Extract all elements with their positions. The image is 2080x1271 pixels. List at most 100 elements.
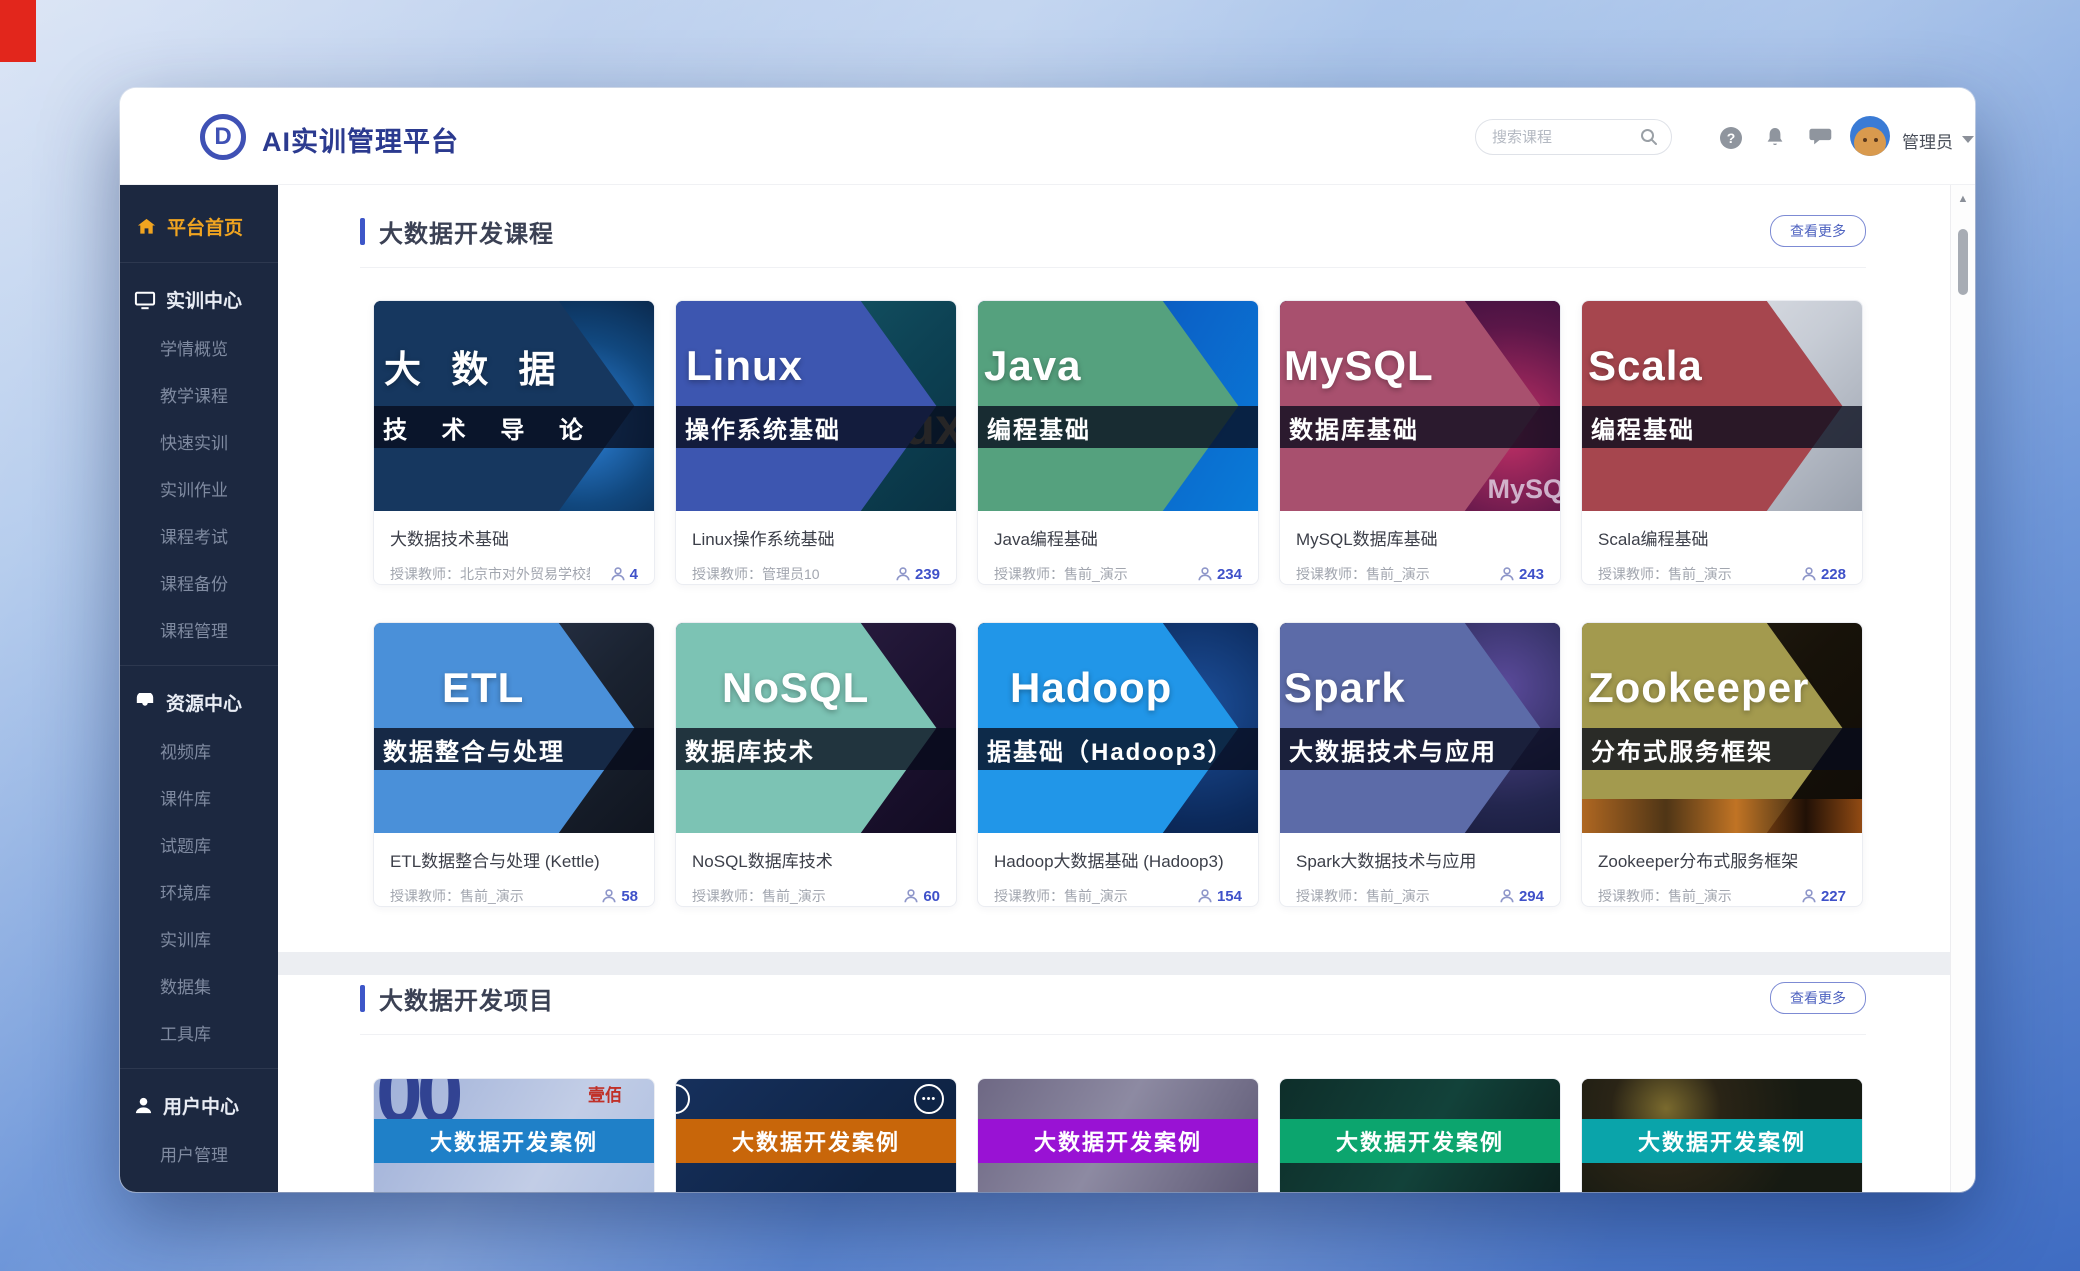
sidebar-subitem[interactable]: 课程备份 [120,559,278,606]
student-count: 228 [1801,566,1846,583]
sidebar-subitem[interactable]: 学情概览 [120,324,278,371]
course-caption: Linux操作系统基础 授课教师：管理员10 239 [676,511,956,584]
svg-text:?: ? [1727,130,1736,146]
student-count-number: 294 [1519,888,1544,905]
course-card[interactable]: Linux Linux 操作系统基础 Linux操作系统基础 授课教师：管理员1… [675,300,957,585]
course-teacher: 授课教师：售前_演示 [994,886,1128,906]
project-more-button[interactable]: 查看更多 [1770,982,1866,1014]
student-count-number: 228 [1821,566,1846,583]
cover-subtitle-band: 编程基础 [1582,406,1862,448]
sidebar-divider [120,665,278,666]
person-icon [1499,888,1515,904]
cover-subtitle-band: 编程基础 [978,406,1258,448]
search-icon[interactable] [1639,127,1659,147]
divider [360,1034,1866,1035]
cover-big-title: MySQL [1284,345,1434,387]
monitor-icon [134,290,156,310]
course-teacher: 授课教师：售前_演示 [692,886,826,906]
cover-subtitle: 编程基础 [987,410,1091,445]
student-count-number: 60 [923,888,940,905]
sidebar-group-2[interactable]: 用户中心 [120,1081,278,1130]
bell-icon[interactable] [1762,125,1788,151]
cover-big-title: NoSQL [722,667,869,709]
project-card[interactable]: 大数据开发案例 [1279,1078,1561,1192]
cover-subtitle: 数据库技术 [685,732,815,767]
sidebar-subitem[interactable]: 课件库 [120,774,278,821]
course-cover-image: MySQ MySQL 数据库基础 [1280,301,1560,511]
scrollbar[interactable]: ▲ [1950,185,1975,1192]
sidebar-subitem[interactable]: 用户管理 [120,1130,278,1177]
project-card[interactable]: 大数据开发案例 [1581,1078,1863,1192]
student-count: 243 [1499,566,1544,583]
course-grid: 大 数 据 技 术 导 论 大数据技术基础 授课教师：北京市对外贸易学校教...… [373,300,1863,907]
student-count: 58 [601,888,638,905]
sidebar-group-label: 用户中心 [163,1092,239,1119]
project-banner-label: 大数据开发案例 [732,1125,900,1157]
course-card[interactable]: Zookeeper 分布式服务框架 Zookeeper分布式服务框架 授课教师：… [1581,622,1863,907]
sidebar-group-0[interactable]: 实训中心 [120,275,278,324]
sidebar-subitem[interactable]: 实训作业 [120,465,278,512]
student-count-number: 239 [915,566,940,583]
course-card[interactable]: Hadoop 据基础（Hadoop3） Hadoop大数据基础 (Hadoop3… [977,622,1259,907]
search-box[interactable] [1475,119,1672,155]
sidebar-subitem[interactable]: 课程考试 [120,512,278,559]
course-card[interactable]: 大 数 据 技 术 导 论 大数据技术基础 授课教师：北京市对外贸易学校教...… [373,300,655,585]
scrollbar-up-icon[interactable]: ▲ [1951,193,1975,205]
message-icon[interactable] [1808,125,1834,151]
sidebar-subitem[interactable]: 课程管理 [120,606,278,653]
chevron-down-icon[interactable] [1962,136,1974,143]
sidebar-subitem[interactable]: 班级管理 [120,1177,278,1192]
project-banner: 大数据开发案例 [676,1119,956,1163]
main-content: 大数据开发课程 查看更多 大 数 据 技 术 导 论 大数据技术基础 授课教师：… [278,185,1950,1192]
course-cover-image: 大 数 据 技 术 导 论 [374,301,654,511]
project-card[interactable]: 大数据开发案例 [977,1078,1259,1192]
user-icon [134,1096,153,1115]
desktop-background: D AI实训管理平台 ? [0,0,2080,1271]
circle-decor [675,1084,690,1114]
section-accent-bar [360,218,365,245]
course-cover-image: NoSQL 数据库技术 [676,623,956,833]
user-name[interactable]: 管理员 [1902,128,1953,153]
project-banner: 大数据开发案例 [1280,1119,1560,1163]
course-card[interactable]: Scala 编程基础 Scala编程基础 授课教师：售前_演示 228 [1581,300,1863,585]
person-icon [903,888,919,904]
search-input[interactable] [1492,129,1639,146]
project-banner-label: 大数据开发案例 [1336,1125,1504,1157]
app-title: AI实训管理平台 [262,120,459,159]
course-card[interactable]: Java 编程基础 Java编程基础 授课教师：售前_演示 234 [977,300,1259,585]
project-banner: 大数据开发案例 [978,1119,1258,1163]
sidebar-divider [120,262,278,263]
sidebar-subitem[interactable]: 快速实训 [120,418,278,465]
sidebar-subitem[interactable]: 教学课程 [120,371,278,418]
course-card[interactable]: Spark 大数据技术与应用 Spark大数据技术与应用 授课教师：售前_演示 … [1279,622,1561,907]
person-icon [1801,566,1817,582]
course-teacher: 授课教师：售前_演示 [1598,564,1732,584]
course-card[interactable]: ETL 数据整合与处理 ETL数据整合与处理 (Kettle) 授课教师：售前_… [373,622,655,907]
project-card[interactable]: ••• 大数据开发案例 [675,1078,957,1192]
sidebar-subitem[interactable]: 环境库 [120,868,278,915]
sidebar-item-home[interactable]: 平台首页 [120,203,278,250]
app-logo-icon: D [200,114,246,160]
course-teacher: 授课教师：售前_演示 [994,564,1128,584]
project-banner: 大数据开发案例 [374,1119,654,1163]
user-avatar[interactable] [1850,116,1890,156]
help-icon[interactable]: ? [1718,125,1744,151]
project-section-title: 大数据开发项目 [379,981,554,1016]
scrollbar-thumb[interactable] [1958,229,1968,295]
course-caption: Scala编程基础 授课教师：售前_演示 228 [1582,511,1862,584]
sidebar-subitem[interactable]: 试题库 [120,821,278,868]
sidebar-subitem[interactable]: 数据集 [120,962,278,1009]
home-icon [136,216,157,237]
course-more-button[interactable]: 查看更多 [1770,215,1866,247]
course-card[interactable]: NoSQL 数据库技术 NoSQL 数据库技术 授课教师：售前_演示 60 [675,622,957,907]
sidebar-subitem[interactable]: 工具库 [120,1009,278,1056]
sidebar-subitem[interactable]: 实训库 [120,915,278,962]
sidebar-subitem[interactable]: 视频库 [120,727,278,774]
cover-big-title: Hadoop [1010,667,1172,709]
person-icon [610,566,626,582]
project-card[interactable]: 00 壹佰 大数据开发案例 [373,1078,655,1192]
course-card[interactable]: MySQ MySQL 数据库基础 MySQL数据库基础 授课教师：售前_演示 2… [1279,300,1561,585]
course-title: ETL数据整合与处理 (Kettle) [390,847,638,872]
sidebar-group-1[interactable]: 资源中心 [120,678,278,727]
course-teacher: 授课教师：售前_演示 [1296,886,1430,906]
